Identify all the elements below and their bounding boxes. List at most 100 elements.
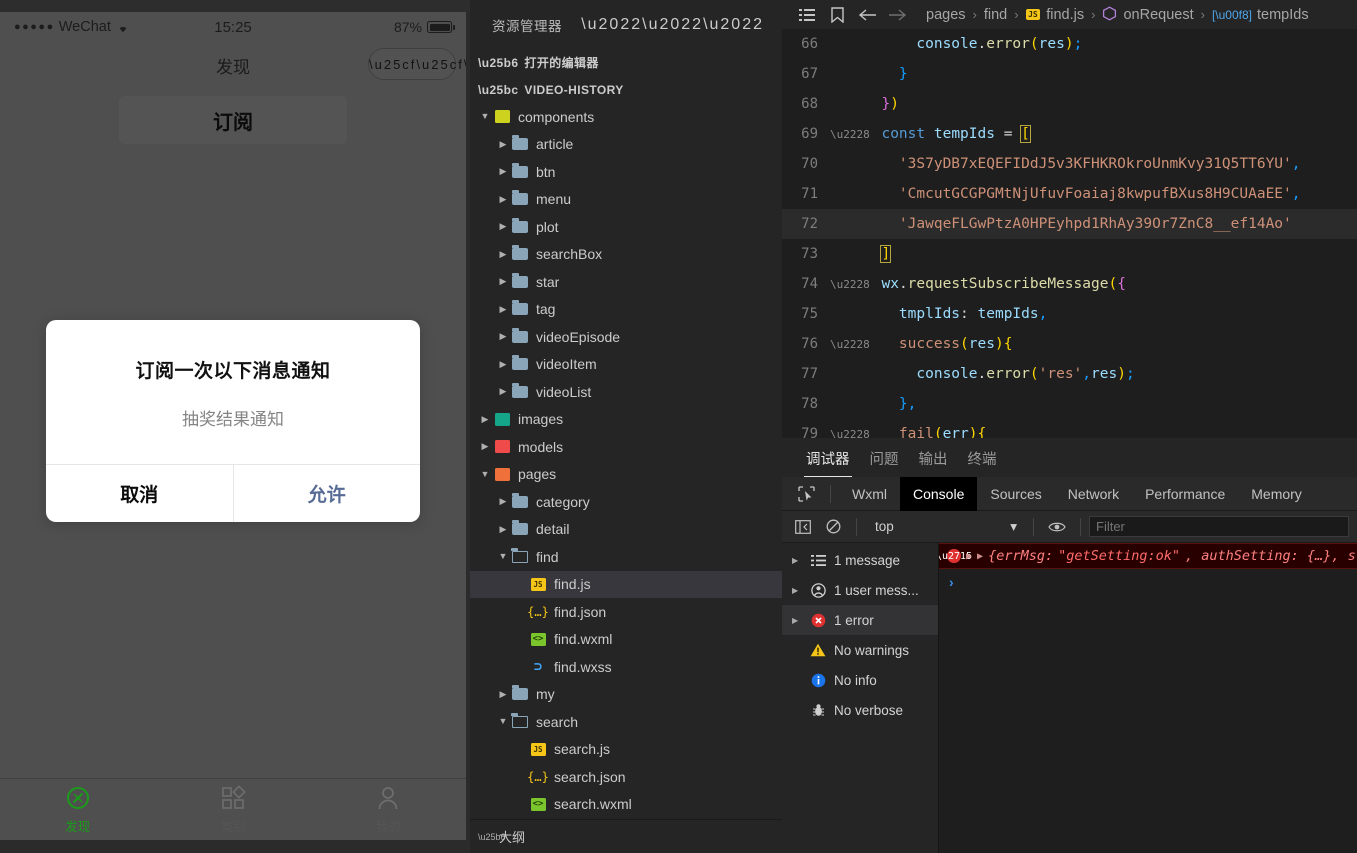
console-sidebar-item-warning[interactable]: No warnings: [782, 635, 938, 665]
chevron-right-icon[interactable]: ▶: [478, 442, 492, 451]
chevron-right-icon[interactable]: ▶: [496, 304, 510, 314]
modal-cancel-button[interactable]: 取消: [46, 465, 234, 522]
console-sidebar-label: No verbose: [834, 702, 904, 718]
chevron-down-icon[interactable]: ▼: [496, 717, 510, 726]
list-icon[interactable]: [792, 8, 822, 22]
console-sidebar-item-info[interactable]: No info: [782, 665, 938, 695]
subtab-memory[interactable]: Memory: [1238, 477, 1315, 511]
explorer-item-videoitem[interactable]: ▶ videoItem: [470, 351, 782, 379]
expand-caret-icon[interactable]: ▶: [977, 551, 983, 562]
chevron-right-icon[interactable]: ▶: [496, 139, 510, 149]
explorer-item-images[interactable]: ▶ images: [470, 406, 782, 434]
ellipsis-icon[interactable]: \u2022\u2022\u2022: [581, 16, 764, 33]
tabbar-item-category[interactable]: 类别: [155, 779, 310, 840]
chevron-right-icon[interactable]: ▶: [792, 556, 802, 565]
console-context-select[interactable]: top ▾: [865, 519, 1025, 535]
chevron-right-icon[interactable]: ▶: [496, 524, 510, 534]
tab-output[interactable]: 输出: [909, 448, 958, 477]
explorer-item-videolist[interactable]: ▶ videoList: [470, 378, 782, 406]
explorer-item-tag[interactable]: ▶ tag: [470, 296, 782, 324]
breadcrumb-symbol-tempids[interactable]: tempIds: [1257, 7, 1309, 23]
explorer-item-search-js[interactable]: JS search.js: [470, 736, 782, 764]
tab-debugger[interactable]: 调试器: [796, 448, 860, 477]
console-sidebar-item-list[interactable]: ▶ 1 message: [782, 545, 938, 575]
tab-terminal[interactable]: 终端: [958, 448, 1007, 477]
breadcrumb-pages[interactable]: pages: [926, 7, 966, 23]
explorer-item-pages[interactable]: ▼ pages: [470, 461, 782, 489]
explorer-item-search-wxml[interactable]: <> search.wxml: [470, 791, 782, 819]
chevron-right-icon[interactable]: ▶: [478, 414, 492, 424]
explorer-item-find[interactable]: ▼ find: [470, 543, 782, 571]
bookmark-icon[interactable]: [822, 6, 852, 23]
inspect-cursor-icon[interactable]: [790, 485, 822, 502]
breadcrumb-symbol-onrequest[interactable]: onRequest: [1123, 7, 1193, 23]
console-output[interactable]: \u2715 ▶ ▶ {errMsg: "getSetting:ok", aut…: [939, 543, 1357, 853]
chevron-right-icon[interactable]: ▶: [496, 332, 510, 341]
console-sidebar-item-user[interactable]: ▶ 1 user mess...: [782, 575, 938, 605]
subtab-console[interactable]: Console: [900, 476, 978, 511]
chevron-right-icon[interactable]: ▶: [496, 387, 510, 396]
explorer-item-find-wxml[interactable]: <> find.wxml: [470, 626, 782, 654]
console-prompt-row[interactable]: ›: [939, 569, 1357, 595]
explorer-item-find-json[interactable]: {…} find.json: [470, 598, 782, 626]
explorer-item-btn[interactable]: ▶ btn: [470, 158, 782, 186]
explorer-item-category[interactable]: ▶ category: [470, 488, 782, 516]
tabbar-item-my[interactable]: 我的: [311, 779, 466, 840]
panel-toggle-icon[interactable]: [788, 519, 818, 534]
fold-gutter[interactable]: \u2228: [830, 428, 870, 439]
chevron-down-icon[interactable]: ▼: [478, 469, 492, 479]
explorer-item-star[interactable]: ▶ star: [470, 268, 782, 296]
explorer-item-article[interactable]: ▶ article: [470, 131, 782, 159]
clear-console-icon[interactable]: [818, 519, 848, 534]
chevron-right-icon[interactable]: ▶: [496, 497, 510, 506]
chevron-right-icon[interactable]: ▶: [792, 586, 802, 595]
explorer-item-my[interactable]: ▶ my: [470, 681, 782, 709]
project-section[interactable]: \u25bc VIDEO-HISTORY: [470, 76, 782, 103]
subtab-wxml[interactable]: Wxml: [839, 477, 900, 511]
console-sidebar-item-verbose[interactable]: No verbose: [782, 695, 938, 725]
chevron-right-icon[interactable]: ▶: [496, 277, 510, 286]
eye-icon[interactable]: [1042, 521, 1072, 533]
console-filter-input[interactable]: [1089, 516, 1349, 537]
modal-allow-button[interactable]: 允许: [234, 465, 421, 522]
expand-caret-icon[interactable]: ▶: [966, 551, 972, 562]
chevron-right-icon[interactable]: ▶: [792, 616, 802, 625]
breadcrumb-file[interactable]: find.js: [1046, 7, 1084, 23]
explorer-item-menu[interactable]: ▶ menu: [470, 186, 782, 214]
tabbar-item-find[interactable]: 发现: [0, 779, 155, 840]
arrow-right-icon[interactable]: [882, 8, 912, 22]
explorer-item-components[interactable]: ▼ components: [470, 103, 782, 131]
fold-gutter[interactable]: \u2228: [830, 338, 870, 351]
explorer-item-label: models: [518, 438, 564, 455]
explorer-item-searchbox[interactable]: ▶ searchBox: [470, 241, 782, 269]
explorer-item-videoepisode[interactable]: ▶ videoEpisode: [470, 323, 782, 351]
console-error-row[interactable]: \u2715 ▶ ▶ {errMsg: "getSetting:ok", aut…: [939, 543, 1357, 569]
breadcrumb-find[interactable]: find: [984, 7, 1007, 23]
chevron-right-icon[interactable]: ▶: [496, 222, 510, 231]
console-sidebar-item-error[interactable]: ▶ 1 error: [782, 605, 938, 635]
chevron-right-icon[interactable]: ▶: [496, 194, 510, 204]
explorer-item-plot[interactable]: ▶ plot: [470, 213, 782, 241]
chevron-down-icon[interactable]: ▼: [496, 552, 510, 561]
explorer-item-search-json[interactable]: {…} search.json: [470, 763, 782, 791]
subtab-sources[interactable]: Sources: [977, 477, 1054, 511]
explorer-item-find-wxss[interactable]: ⊃ find.wxss: [470, 653, 782, 681]
chevron-right-icon[interactable]: ▶: [496, 167, 510, 176]
open-editors-section[interactable]: \u25b6 打开的编辑器: [470, 49, 782, 76]
subtab-network[interactable]: Network: [1055, 477, 1132, 511]
chevron-right-icon[interactable]: ▶: [496, 359, 510, 369]
fold-gutter[interactable]: \u2228: [830, 128, 870, 141]
explorer-item-detail[interactable]: ▶ detail: [470, 516, 782, 544]
arrow-left-icon[interactable]: [852, 8, 882, 22]
chevron-down-icon[interactable]: ▼: [478, 112, 492, 121]
tab-problems[interactable]: 问题: [860, 448, 909, 477]
fold-gutter[interactable]: \u2228: [830, 278, 870, 291]
code-editor[interactable]: 66 console.error(res); 67 } 68 }) 69 \u2…: [782, 29, 1357, 438]
outline-section[interactable]: \u25b6 大纲: [470, 819, 782, 853]
explorer-item-models[interactable]: ▶ models: [470, 433, 782, 461]
subtab-performance[interactable]: Performance: [1132, 477, 1238, 511]
explorer-item-find-js[interactable]: JS find.js: [470, 570, 782, 598]
chevron-right-icon[interactable]: ▶: [496, 249, 510, 259]
explorer-item-search[interactable]: ▼ search: [470, 708, 782, 736]
chevron-right-icon[interactable]: ▶: [496, 689, 510, 699]
